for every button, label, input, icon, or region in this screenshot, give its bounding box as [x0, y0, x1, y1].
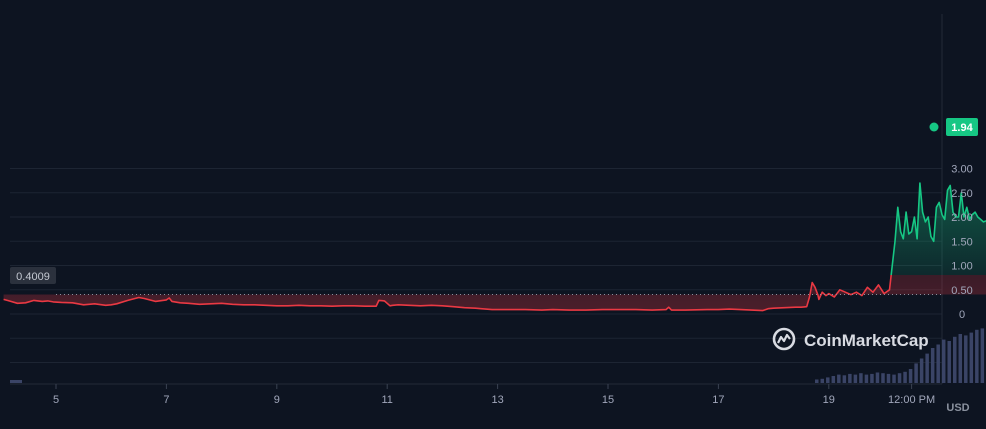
x-tick-label: 19: [823, 394, 835, 406]
volume-bar: [919, 358, 924, 383]
volume-bar: [837, 374, 841, 383]
volume-bar: [831, 376, 836, 383]
price-chart: 3.00 2.50 2.00 1.50 1.00 0.50 0 5 7 9 11 13 15 17 19 12…: [0, 0, 986, 424]
x-tick-label: 13: [491, 394, 503, 406]
current-price-text: 1.94: [951, 122, 973, 134]
volume-bar: [892, 374, 896, 383]
reference-price-label: 0.4009: [10, 267, 56, 284]
volume-bar: [953, 336, 957, 383]
volume-bar: [826, 377, 830, 383]
volume-bar: [975, 329, 979, 383]
volume-bar: [903, 371, 907, 383]
volume-bar: [864, 374, 869, 383]
currency-unit-label: USD: [946, 402, 969, 414]
volume-bar: [980, 328, 985, 383]
volume-bar: [842, 375, 847, 383]
volume-bar: [820, 378, 825, 383]
volume-bar: [815, 379, 819, 383]
y-tick-label: 2.00: [951, 212, 972, 224]
y-tick-label: 3.00: [951, 164, 972, 176]
x-tick-label: 7: [163, 394, 169, 406]
volume-bar: [969, 332, 974, 383]
volume-bar: [908, 369, 913, 383]
volume-bar: [936, 344, 940, 383]
x-tick-label: 11: [381, 394, 392, 406]
volume-bar: [914, 363, 918, 383]
volume-bar: [958, 334, 963, 383]
coinmarketcap-logo: CoinMarketCap: [772, 327, 929, 351]
price-line-down: [3, 275, 892, 312]
y-tick-label: 0: [959, 309, 965, 321]
volume-bar: [10, 380, 22, 383]
y-tick-label: 1.00: [951, 261, 972, 273]
volume-bar: [925, 353, 929, 383]
volume-bar: [875, 372, 880, 383]
volume-bar: [941, 339, 946, 383]
current-price-badge: 1.94: [929, 118, 978, 136]
volume-bar: [848, 373, 852, 383]
chart-svg: 3.00 2.50 2.00 1.50 1.00 0.50 0 5 7 9 11 13 15 17 19 12…: [3, 14, 986, 414]
y-tick-label: 2.50: [951, 188, 972, 200]
x-tick-label: 5: [53, 394, 59, 406]
current-price-dot: [929, 122, 939, 132]
x-tick-label: 15: [602, 394, 614, 406]
y-tick-label: 0.50: [951, 285, 972, 297]
x-tick-label: 12:00 PM: [888, 394, 935, 406]
volume-bar: [964, 335, 968, 383]
coinmarketcap-icon: [772, 327, 796, 351]
brand-name: CoinMarketCap: [804, 331, 929, 350]
volume-bar: [859, 373, 863, 383]
volume-bar: [853, 374, 858, 383]
volume-bar: [897, 373, 902, 383]
x-tick-label: 9: [274, 394, 280, 406]
y-tick-label: 1.50: [951, 236, 972, 248]
volume-bar: [930, 348, 935, 383]
volume-bar: [886, 373, 891, 383]
volume-bar: [881, 373, 885, 383]
x-tick-label: 17: [712, 394, 724, 406]
volume-bar: [870, 373, 874, 383]
volume-bar: [947, 341, 951, 383]
reference-price-text: 0.4009: [16, 271, 50, 283]
